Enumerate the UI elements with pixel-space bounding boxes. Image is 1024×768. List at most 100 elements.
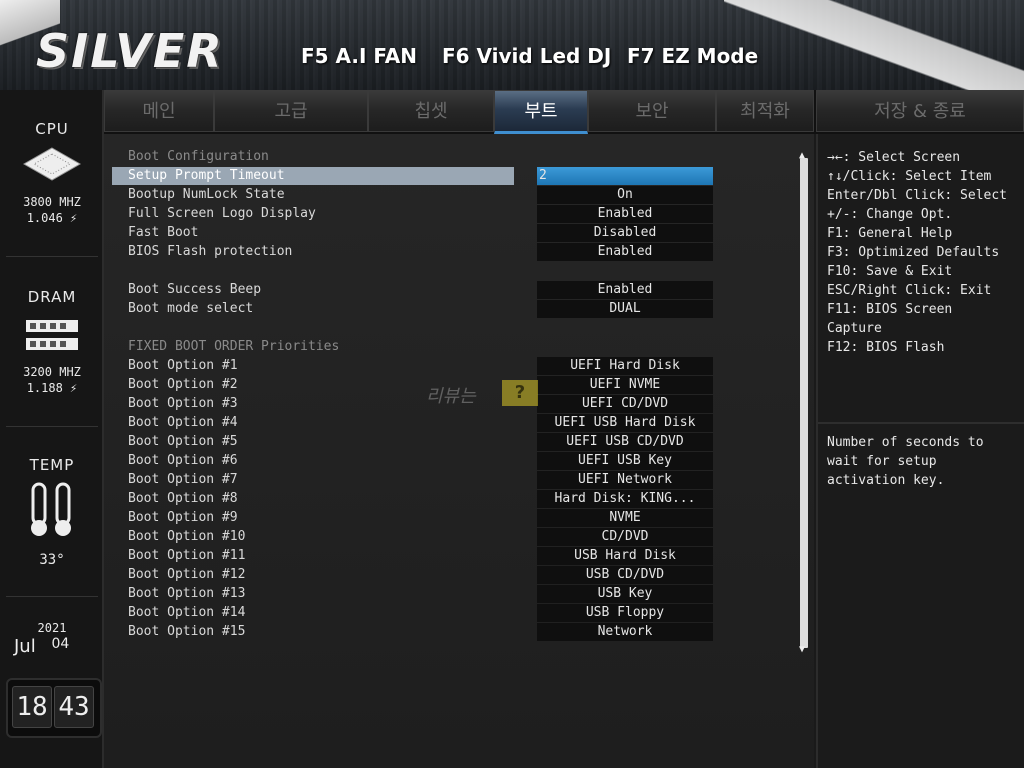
boot-option-12-label[interactable]: Boot Option #12 xyxy=(128,566,514,584)
boot-option-15-label[interactable]: Boot Option #15 xyxy=(128,623,514,641)
tab-optimize[interactable]: 최적화 xyxy=(716,90,814,132)
boot-option-3-value[interactable]: UEFI CD/DVD xyxy=(537,395,713,413)
value-boot-success-beep[interactable]: Enabled xyxy=(537,281,713,299)
boot-option-14-value[interactable]: USB Floppy xyxy=(537,604,713,622)
boot-option-11-label[interactable]: Boot Option #11 xyxy=(128,547,514,565)
value-setup-prompt-timeout[interactable]: 2 xyxy=(537,167,713,185)
section-fixed-boot-order: FIXED BOOT ORDER Priorities xyxy=(128,339,340,354)
boot-option-5-value[interactable]: UEFI USB CD/DVD xyxy=(537,433,713,451)
silver-logo: SILVER xyxy=(36,24,224,78)
boot-option-10-label[interactable]: Boot Option #10 xyxy=(128,528,514,546)
sidebar: CPU 3800 MHZ 1.046 ⚡ DRAM 3200 MHZ 1.188… xyxy=(0,90,104,768)
help-divider xyxy=(818,422,1024,424)
tab-save-exit[interactable]: 저장 & 종료 xyxy=(816,90,1024,132)
setting-fast-boot[interactable]: Fast Boot xyxy=(128,224,514,242)
boot-option-4-value[interactable]: UEFI USB Hard Disk xyxy=(537,414,713,432)
setting-bootup-numlock[interactable]: Bootup NumLock State xyxy=(128,186,514,204)
boot-option-14-label[interactable]: Boot Option #14 xyxy=(128,604,514,622)
help-key-line: ESC/Right Click: Exit xyxy=(827,283,992,298)
cpu-frequency: 3800 MHZ xyxy=(23,195,81,209)
tab-security[interactable]: 보안 xyxy=(588,90,716,132)
header-bar: SILVER F5 A.I FAN F6 Vivid Led DJ F7 EZ … xyxy=(0,0,1024,90)
boot-option-6-value[interactable]: UEFI USB Key xyxy=(537,452,713,470)
date-day: 04 xyxy=(51,636,70,652)
scrollbar[interactable] xyxy=(800,158,808,648)
cpu-title: CPU xyxy=(35,120,69,138)
boot-option-10-value[interactable]: CD/DVD xyxy=(537,528,713,546)
date-panel: 2021 Jul 04 xyxy=(6,598,98,674)
settings-panel: Boot Configuration Setup Prompt Timeout … xyxy=(104,134,814,768)
setting-bios-flash-protection[interactable]: BIOS Flash protection xyxy=(128,243,514,261)
value-full-screen-logo[interactable]: Enabled xyxy=(537,205,713,223)
value-boot-mode-select[interactable]: DUAL xyxy=(537,300,713,318)
dram-panel: DRAM 3200 MHZ 1.188 ⚡ xyxy=(6,258,98,427)
setting-full-screen-logo[interactable]: Full Screen Logo Display xyxy=(128,205,514,223)
help-description-line: activation key. xyxy=(827,473,945,488)
tab-chipset[interactable]: 칩셋 xyxy=(368,90,494,132)
help-key-line: F3: Optimized Defaults xyxy=(827,245,1000,260)
scroll-down-arrow-icon[interactable]: ▼ xyxy=(799,644,805,655)
date-year: 2021 xyxy=(37,621,67,635)
boot-option-7-value[interactable]: UEFI Network xyxy=(537,471,713,489)
header-swoosh-right xyxy=(724,0,1024,90)
boot-option-11-value[interactable]: USB Hard Disk xyxy=(537,547,713,565)
clock-hours: 18 xyxy=(12,686,52,728)
temp-panel: TEMP 33° xyxy=(6,428,98,597)
help-key-line: F10: Save & Exit xyxy=(827,264,953,279)
dram-voltage: 1.188 ⚡ xyxy=(26,381,78,395)
value-bios-flash-protection[interactable]: Enabled xyxy=(537,243,713,261)
watermark-badge-icon: ? xyxy=(502,380,538,406)
value-bootup-numlock[interactable]: On xyxy=(537,186,713,204)
cpu-panel: CPU 3800 MHZ 1.046 ⚡ xyxy=(6,90,98,257)
hotkey-ai-fan[interactable]: F5 A.I FAN xyxy=(301,44,417,68)
boot-option-6-label[interactable]: Boot Option #6 xyxy=(128,452,514,470)
setting-boot-success-beep[interactable]: Boot Success Beep xyxy=(128,281,514,299)
boot-option-8-label[interactable]: Boot Option #8 xyxy=(128,490,514,508)
cpu-chip-icon xyxy=(22,147,82,181)
help-key-line: →←: Select Screen xyxy=(827,150,961,165)
temp-value: 33° xyxy=(39,552,65,568)
boot-option-5-label[interactable]: Boot Option #5 xyxy=(128,433,514,451)
dram-frequency: 3200 MHZ xyxy=(23,365,81,379)
help-key-line: F1: General Help xyxy=(827,226,953,241)
clock-minutes: 43 xyxy=(54,686,94,728)
dram-title: DRAM xyxy=(27,288,77,306)
tab-bar: 메인 고급 칩셋 부트 보안 최적화 저장 & 종료 xyxy=(104,90,1024,134)
thermometer-icon xyxy=(31,482,71,536)
hotkey-ez-mode[interactable]: F7 EZ Mode xyxy=(627,44,758,68)
boot-option-4-label[interactable]: Boot Option #4 xyxy=(128,414,514,432)
value-fast-boot[interactable]: Disabled xyxy=(537,224,713,242)
boot-option-13-value[interactable]: USB Key xyxy=(537,585,713,603)
help-key-line: ↑↓/Click: Select Item xyxy=(827,169,992,184)
boot-option-1-label[interactable]: Boot Option #1 xyxy=(128,357,514,375)
boot-option-1-value[interactable]: UEFI Hard Disk xyxy=(537,357,713,375)
boot-option-2-value[interactable]: UEFI NVME xyxy=(537,376,713,394)
date-month: Jul xyxy=(14,636,36,657)
help-description-line: wait for setup xyxy=(827,454,937,469)
boot-option-9-label[interactable]: Boot Option #9 xyxy=(128,509,514,527)
tab-boot[interactable]: 부트 xyxy=(494,90,588,134)
boot-option-15-value[interactable]: Network xyxy=(537,623,713,641)
cpu-voltage: 1.046 ⚡ xyxy=(26,211,78,225)
date-month-day: Jul 04 xyxy=(6,636,98,657)
boot-option-9-value[interactable]: NVME xyxy=(537,509,713,527)
boot-option-13-label[interactable]: Boot Option #13 xyxy=(128,585,514,603)
boot-option-7-label[interactable]: Boot Option #7 xyxy=(128,471,514,489)
hotkey-vivid-led-dj[interactable]: F6 Vivid Led DJ xyxy=(442,44,611,68)
boot-option-8-value[interactable]: Hard Disk: KING... xyxy=(537,490,713,508)
tab-main[interactable]: 메인 xyxy=(104,90,214,132)
boot-option-12-value[interactable]: USB CD/DVD xyxy=(537,566,713,584)
help-panel: →←: Select Screen ↑↓/Click: Select Item … xyxy=(816,134,1024,768)
watermark-text: 리뷰는 xyxy=(426,386,476,407)
section-boot-configuration: Boot Configuration xyxy=(128,149,269,164)
help-key-line: +/-: Change Opt. xyxy=(827,207,953,222)
temp-title: TEMP xyxy=(29,456,75,474)
help-description-line: Number of seconds to xyxy=(827,435,984,450)
help-key-line: Enter/Dbl Click: Select xyxy=(827,188,1008,203)
help-key-line: Capture xyxy=(827,321,882,336)
clock-widget: 18 43 xyxy=(6,678,102,738)
setting-boot-mode-select[interactable]: Boot mode select xyxy=(128,300,514,318)
setting-setup-prompt-timeout[interactable]: Setup Prompt Timeout xyxy=(112,167,514,185)
help-key-line: F12: BIOS Flash xyxy=(827,340,945,355)
tab-advanced[interactable]: 고급 xyxy=(214,90,368,132)
